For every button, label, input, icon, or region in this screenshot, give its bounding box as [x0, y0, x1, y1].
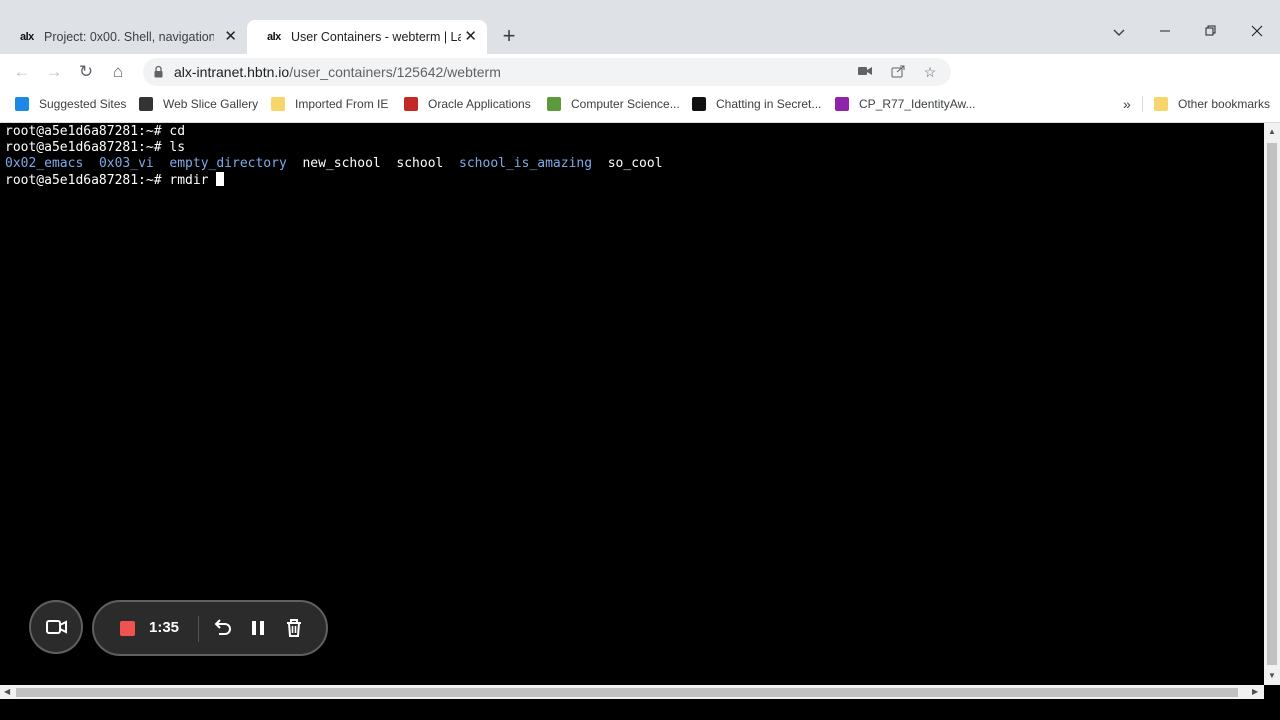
folder-icon	[271, 97, 285, 111]
new-tab-button[interactable]: +	[498, 25, 520, 48]
bookmark-label: Chatting in Secret...	[716, 97, 822, 111]
page-icon	[692, 97, 706, 111]
bookmark-label: Computer Science...	[571, 97, 680, 111]
tab-title: User Containers - webterm | Lag	[291, 30, 461, 44]
bookmark-label: Oracle Applications	[428, 97, 531, 111]
bookmark-label: Web Slice Gallery	[163, 97, 259, 111]
url-host: alx-intranet.hbtn.io	[174, 64, 290, 80]
minimize-window-icon[interactable]	[1155, 24, 1175, 40]
recording-timer: 1:35	[149, 619, 180, 636]
scroll-right-arrow-icon[interactable]: ▶	[1252, 687, 1258, 696]
share-icon[interactable]	[890, 64, 906, 80]
ls-output-line: 0x02_emacs 0x03_vi empty_directory new_s…	[5, 156, 663, 172]
shell-prompt: root@a5e1d6a87281:~#	[5, 140, 162, 155]
checkpoint-icon	[835, 97, 849, 111]
bookmark-label: Other bookmarks	[1178, 97, 1271, 111]
close-window-icon[interactable]	[1247, 24, 1267, 40]
bookmark-label: Suggested Sites	[39, 97, 127, 111]
pause-icon[interactable]	[246, 616, 270, 640]
trash-icon[interactable]	[282, 616, 306, 640]
rc-icon	[547, 97, 561, 111]
scroll-left-arrow-icon[interactable]: ◀	[4, 687, 10, 696]
restore-window-icon[interactable]	[1201, 24, 1221, 40]
stop-recording-button[interactable]	[120, 621, 135, 636]
back-arrow-icon[interactable]: ←	[12, 62, 32, 82]
bottom-edge	[0, 699, 1280, 720]
camera-in-use-icon[interactable]	[857, 64, 873, 80]
bookmark-chatting-in-secret[interactable]: Chatting in Secret...	[692, 90, 821, 118]
vertical-scrollbar[interactable]: ▲ ▼	[1264, 123, 1280, 685]
tab-title: Project: 0x00. Shell, navigation | I	[44, 30, 214, 44]
bookmark-suggested-sites[interactable]: Suggested Sites	[15, 90, 126, 118]
bookmarks-divider	[1142, 96, 1143, 112]
tab-search-chevron-icon[interactable]	[1109, 24, 1129, 40]
bookmark-computer-science[interactable]: Computer Science...	[547, 90, 680, 118]
folder-icon	[1154, 97, 1168, 111]
video-camera-icon	[46, 620, 67, 634]
bookmarks-bar: Suggested Sites Web Slice Gallery Import…	[0, 90, 1280, 123]
terminal-command: cd	[169, 124, 186, 139]
vertical-scroll-thumb[interactable]	[1267, 143, 1277, 665]
ls-entry-file: school	[396, 156, 444, 171]
bookmark-imported-from-ie[interactable]: Imported From IE	[271, 90, 388, 118]
alx-favicon-icon: alx	[20, 31, 34, 43]
bookmark-star-icon[interactable]: ☆	[922, 64, 938, 80]
home-icon[interactable]: ⌂	[108, 62, 128, 82]
scroll-down-arrow-icon[interactable]: ▼	[1268, 671, 1276, 680]
forward-arrow-icon[interactable]: →	[44, 62, 64, 82]
tab-strip: alx Project: 0x00. Shell, navigation | I…	[0, 0, 1280, 54]
alx-favicon-icon: alx	[267, 31, 281, 43]
ls-entry-dir: empty_directory	[169, 156, 287, 171]
address-bar[interactable]: alx-intranet.hbtn.io/user_containers/125…	[143, 58, 951, 86]
bookmark-web-slice-gallery[interactable]: Web Slice Gallery	[139, 90, 258, 118]
close-tab-icon[interactable]: ✕	[224, 29, 237, 45]
tab-shell-navigation[interactable]: alx Project: 0x00. Shell, navigation | I…	[0, 20, 247, 54]
terminal-line: root@a5e1d6a87281:~# rmdir	[5, 172, 225, 189]
bookmarks-overflow-chevron-icon[interactable]: »	[1123, 90, 1131, 118]
scroll-up-arrow-icon[interactable]: ▲	[1268, 127, 1276, 136]
terminal-line: root@a5e1d6a87281:~# cd	[5, 124, 185, 140]
terminal-command: rmdir	[169, 173, 209, 188]
bookmark-cp-r77-identity[interactable]: CP_R77_IdentityAw...	[835, 90, 976, 118]
browser-toolbar: ← → ↻ ⌂ alx-intranet.hbtn.io/user_contai…	[0, 54, 1280, 137]
terminal-command: ls	[169, 140, 186, 155]
lock-icon	[154, 65, 163, 78]
ls-entry-file: so_cool	[607, 156, 663, 171]
shell-prompt: root@a5e1d6a87281:~#	[5, 173, 162, 188]
bookmark-oracle-applications[interactable]: Oracle Applications	[404, 90, 531, 118]
ls-entry-dir: 0x03_vi	[98, 156, 154, 171]
ls-entry-dir: 0x02_emacs	[5, 156, 84, 171]
shell-prompt: root@a5e1d6a87281:~#	[5, 124, 162, 139]
web-slice-icon	[139, 97, 153, 111]
reload-icon[interactable]: ↻	[76, 62, 96, 82]
ls-entry-file: new_school	[302, 156, 381, 171]
bing-icon	[15, 97, 29, 111]
url-text[interactable]: alx-intranet.hbtn.io/user_containers/125…	[174, 64, 501, 80]
terminal-cursor	[216, 172, 225, 186]
horizontal-scrollbar[interactable]: ◀ ▶	[0, 685, 1264, 699]
bookmark-label: CP_R77_IdentityAw...	[859, 97, 976, 111]
webcam-toggle-button[interactable]	[29, 600, 83, 654]
bookmark-other-bookmarks[interactable]: Other bookmarks	[1154, 90, 1270, 118]
tab-webterm[interactable]: alx User Containers - webterm | Lag ✕	[247, 20, 487, 54]
url-path: /user_containers/125642/webterm	[289, 64, 501, 80]
oracle-icon	[404, 97, 418, 111]
close-tab-icon[interactable]: ✕	[464, 29, 477, 45]
terminal-line: root@a5e1d6a87281:~# ls	[5, 140, 185, 156]
ls-entry-dir: school_is_amazing	[459, 156, 593, 171]
undo-icon[interactable]	[210, 616, 234, 640]
controls-divider	[198, 616, 199, 642]
horizontal-scroll-thumb[interactable]	[16, 688, 1238, 697]
recording-controls: 1:35	[92, 600, 328, 656]
bookmark-label: Imported From IE	[295, 97, 389, 111]
